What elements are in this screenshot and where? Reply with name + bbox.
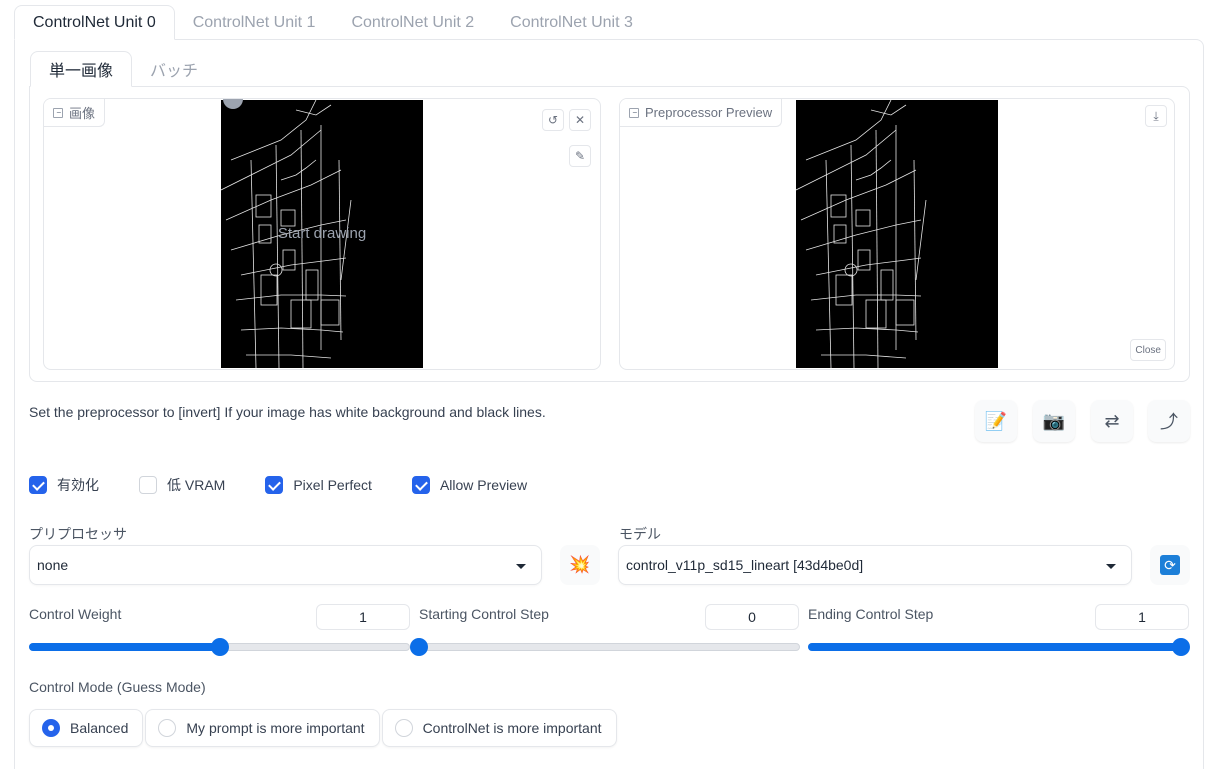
edit-note-icon[interactable]: 📝 bbox=[975, 400, 1017, 442]
explosion-icon[interactable]: 💥 bbox=[560, 545, 600, 585]
preview-image bbox=[796, 100, 998, 368]
tab-unit-0[interactable]: ControlNet Unit 0 bbox=[14, 5, 175, 40]
close-icon[interactable]: ✕ bbox=[569, 109, 591, 131]
radio-prompt-important[interactable]: My prompt is more important bbox=[145, 709, 380, 747]
preprocessor-label: プリプロセッサ bbox=[29, 526, 127, 542]
tab-unit-1[interactable]: ControlNet Unit 1 bbox=[175, 5, 334, 40]
enable-checkbox[interactable]: 有効化 bbox=[29, 475, 99, 495]
control-mode-label: Control Mode (Guess Mode) bbox=[29, 679, 206, 695]
options-row: 有効化 低 VRAM Pixel Perfect Allow Preview bbox=[29, 475, 567, 495]
radio-label: My prompt is more important bbox=[186, 720, 365, 736]
checkbox-box[interactable] bbox=[29, 476, 47, 494]
ending-step-label: Ending Control Step bbox=[808, 606, 934, 622]
ending-step-input[interactable]: 1 bbox=[1095, 604, 1189, 630]
checkbox-box[interactable] bbox=[411, 476, 430, 494]
image-icon bbox=[629, 107, 639, 118]
chevron-down-icon bbox=[516, 564, 526, 569]
chevron-down-icon bbox=[1106, 564, 1116, 569]
tab-batch[interactable]: バッチ bbox=[132, 51, 216, 87]
swap-arrows-icon[interactable]: ⇄ bbox=[1091, 400, 1133, 442]
checkbox-label: Pixel Perfect bbox=[293, 477, 372, 493]
image-icon bbox=[53, 107, 63, 118]
control-weight-input[interactable]: 1 bbox=[316, 604, 410, 630]
download-icon[interactable]: ⤓ bbox=[1145, 105, 1167, 127]
preprocessor-preview: Preprocessor Preview ⤓ Close bbox=[619, 98, 1175, 370]
preview-label: Preprocessor Preview bbox=[620, 99, 783, 127]
model-label: モデル bbox=[619, 526, 661, 542]
image-input[interactable]: 画像 Start drawing ↺ ✕ ✎ bbox=[43, 98, 601, 370]
tab-unit-2[interactable]: ControlNet Unit 2 bbox=[333, 5, 492, 40]
starting-step-slider[interactable] bbox=[410, 638, 800, 656]
slider-thumb[interactable] bbox=[210, 638, 229, 656]
slider-fill bbox=[29, 643, 220, 651]
invert-hint: Set the preprocessor to [invert] If your… bbox=[29, 404, 546, 420]
brush-icon[interactable]: ✎ bbox=[569, 145, 591, 167]
unit-tabs: ControlNet Unit 0 ControlNet Unit 1 Cont… bbox=[14, 5, 651, 40]
lineart-preview bbox=[796, 100, 927, 368]
checkbox-box[interactable] bbox=[265, 476, 284, 494]
undo-icon[interactable]: ↺ bbox=[542, 109, 564, 131]
allow-preview-checkbox[interactable]: Allow Preview bbox=[411, 476, 528, 494]
camera-icon[interactable]: 📷 bbox=[1033, 400, 1075, 442]
checkbox-label: 低 VRAM bbox=[167, 477, 226, 493]
ending-step-slider[interactable] bbox=[808, 638, 1190, 656]
preview-label-text: Preprocessor Preview bbox=[645, 105, 773, 120]
slider-thumb[interactable] bbox=[1172, 638, 1190, 656]
checkbox-box[interactable] bbox=[139, 476, 157, 494]
tab-single-image[interactable]: 単一画像 bbox=[30, 51, 133, 87]
radio-label: Balanced bbox=[70, 720, 129, 736]
slider-thumb[interactable] bbox=[410, 638, 428, 656]
radio-controlnet-important[interactable]: ControlNet is more important bbox=[381, 709, 617, 747]
radio-button[interactable] bbox=[394, 719, 413, 737]
checkbox-label: 有効化 bbox=[57, 477, 99, 493]
preprocessor-select[interactable]: none bbox=[29, 545, 542, 585]
radio-balanced[interactable]: Balanced bbox=[29, 709, 144, 747]
curved-arrow-icon[interactable]: ⤴ bbox=[1148, 400, 1190, 442]
tab-unit-3[interactable]: ControlNet Unit 3 bbox=[492, 5, 651, 40]
starting-step-input[interactable]: 0 bbox=[705, 604, 799, 630]
model-select[interactable]: control_v11p_sd15_lineart [43d4be0d] bbox=[618, 545, 1132, 585]
low-vram-checkbox[interactable]: 低 VRAM bbox=[139, 475, 225, 495]
control-weight-label: Control Weight bbox=[29, 606, 122, 622]
slider-fill bbox=[808, 643, 1181, 651]
refresh-icon[interactable]: ⟳ bbox=[1150, 545, 1190, 585]
radio-button[interactable] bbox=[158, 719, 177, 737]
close-preview-button[interactable]: Close bbox=[1130, 339, 1166, 361]
preprocessor-value: none bbox=[37, 557, 69, 573]
image-input-label-text: 画像 bbox=[69, 106, 96, 121]
control-weight-slider[interactable] bbox=[29, 638, 410, 656]
control-mode-radio-group: Balanced My prompt is more important Con… bbox=[29, 709, 619, 747]
radio-button[interactable] bbox=[42, 719, 60, 737]
image-input-label: 画像 bbox=[44, 99, 106, 127]
input-mode-tabs: 単一画像 バッチ bbox=[30, 51, 216, 87]
starting-step-label: Starting Control Step bbox=[419, 606, 549, 622]
pixel-perfect-checkbox[interactable]: Pixel Perfect bbox=[265, 476, 372, 494]
checkbox-label: Allow Preview bbox=[439, 477, 528, 493]
radio-label: ControlNet is more important bbox=[422, 720, 602, 736]
model-value: control_v11p_sd15_lineart [43d4be0d] bbox=[626, 557, 864, 573]
start-drawing-hint: Start drawing bbox=[277, 225, 367, 242]
slider-track bbox=[419, 643, 800, 651]
